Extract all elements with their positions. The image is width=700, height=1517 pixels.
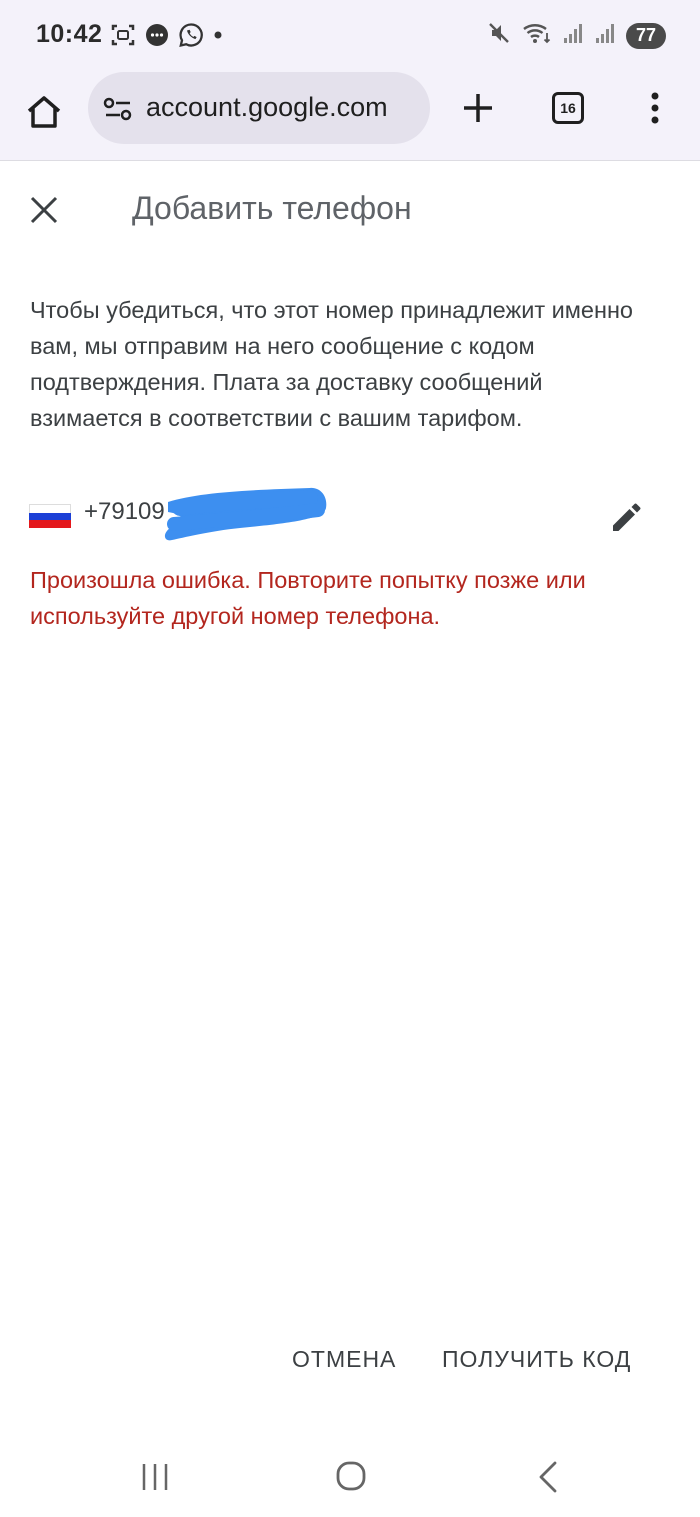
menu-button[interactable]	[640, 86, 670, 130]
pencil-icon	[613, 503, 641, 531]
error-message: Произошла ошибка. Повторите попытку позж…	[30, 567, 586, 629]
url-text[interactable]: account.google.com	[146, 92, 422, 123]
description-text: Чтобы убедиться, что этот номер принадле…	[30, 297, 634, 431]
edit-phone-button[interactable]	[606, 496, 648, 538]
status-bar: 10:42 77	[0, 0, 700, 72]
address-bar[interactable]: account.google.com	[88, 72, 430, 144]
menu-dots-icon	[651, 92, 659, 124]
nav-home-button[interactable]	[335, 1460, 367, 1497]
system-nav-bar	[0, 1436, 700, 1517]
messages-icon	[144, 22, 170, 48]
redaction-scribble	[160, 484, 332, 551]
cancel-button[interactable]: ОТМЕНА	[292, 1346, 396, 1373]
recents-icon	[142, 1464, 168, 1490]
flag-white-stripe	[29, 504, 71, 513]
notification-icons	[110, 22, 224, 48]
phone-number: +79109	[84, 498, 165, 525]
signal-icon	[594, 20, 616, 51]
nav-home-icon	[336, 1461, 366, 1491]
status-time: 10:42	[36, 20, 103, 48]
back-button[interactable]	[536, 1460, 560, 1499]
page-title: Добавить телефон	[132, 190, 412, 226]
back-icon	[539, 1461, 557, 1493]
dot-icon	[212, 22, 224, 48]
browser-toolbar: account.google.com 16	[0, 72, 700, 161]
home-icon	[27, 96, 61, 128]
close-button[interactable]	[26, 192, 62, 228]
screenshot-icon	[110, 22, 136, 48]
signal-icon	[562, 20, 584, 51]
mute-icon	[486, 20, 512, 51]
get-code-button[interactable]: ПОЛУЧИТЬ КОД	[442, 1346, 631, 1373]
recents-button[interactable]	[140, 1462, 170, 1497]
plus-icon	[464, 94, 492, 122]
home-button[interactable]	[22, 90, 66, 134]
flag-red-stripe	[29, 520, 71, 529]
system-icons: 77	[486, 20, 666, 51]
site-settings-icon[interactable]	[102, 96, 134, 127]
close-icon	[30, 196, 58, 224]
russia-flag	[29, 504, 71, 529]
new-tab-button[interactable]	[456, 86, 500, 130]
wifi-icon	[522, 20, 552, 51]
whatsapp-icon	[178, 22, 204, 48]
tab-switcher-button[interactable]: 16	[552, 92, 584, 124]
flag-blue-stripe	[29, 512, 71, 521]
battery-indicator: 77	[626, 22, 666, 49]
